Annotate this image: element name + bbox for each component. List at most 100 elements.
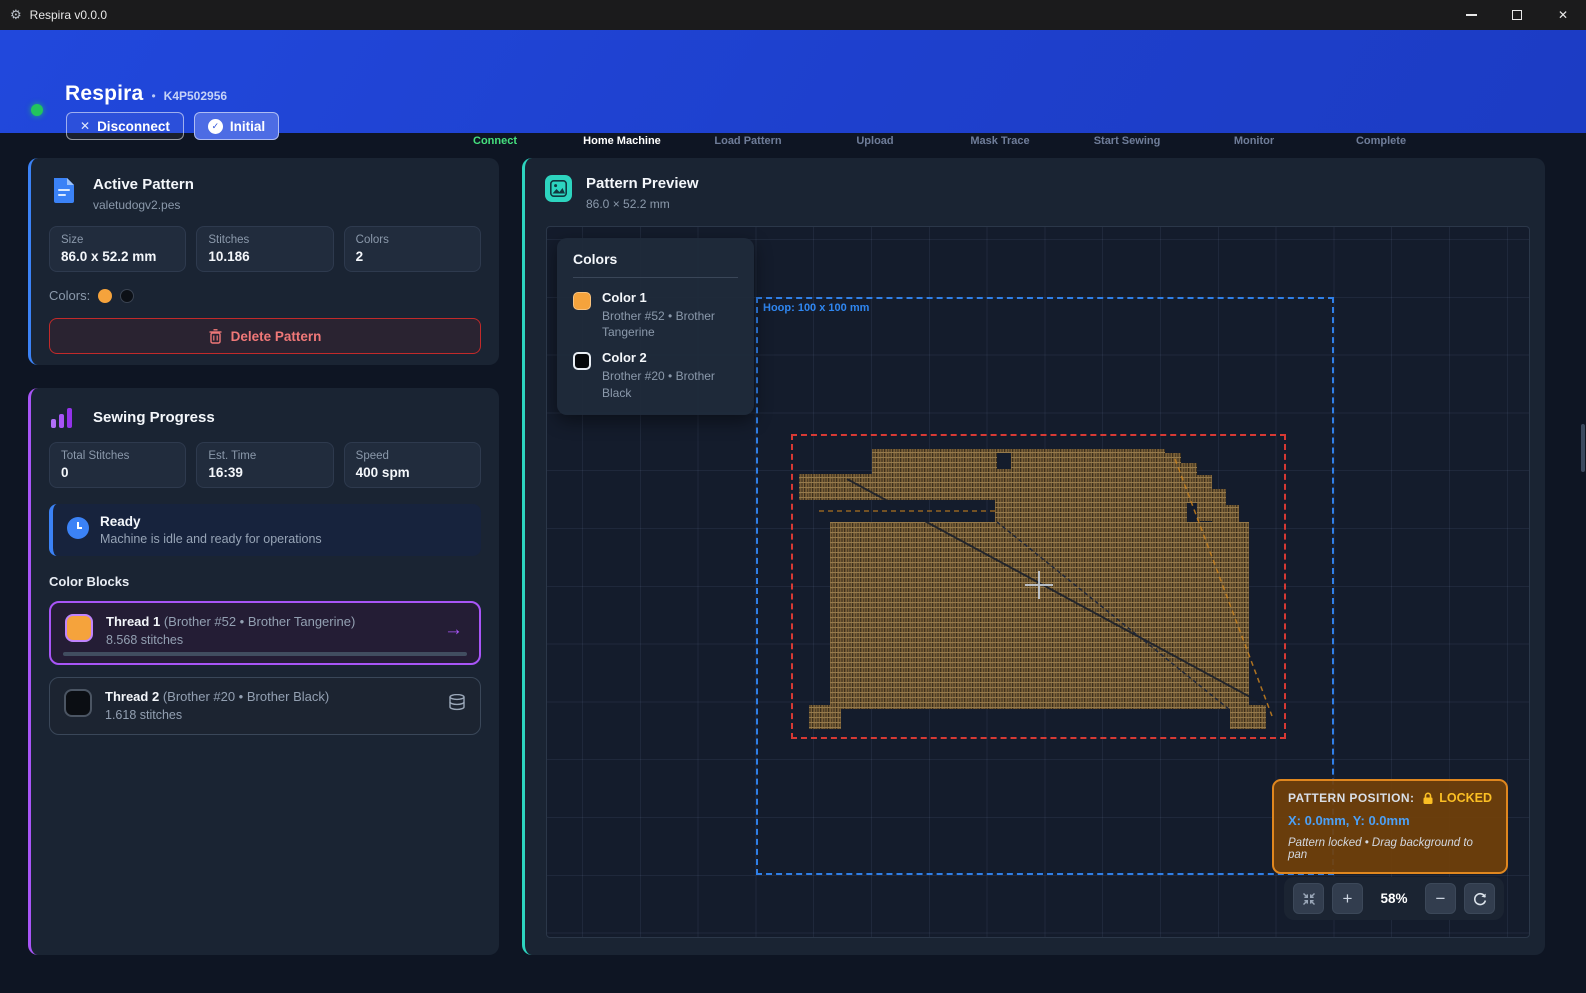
disconnect-label: Disconnect xyxy=(97,119,170,134)
arrow-right-icon: → xyxy=(444,619,463,641)
step-home-machine-label: Home Machine xyxy=(562,135,682,147)
active-pattern-title: Active Pattern xyxy=(93,176,194,193)
bar-chart-icon xyxy=(51,406,79,428)
app-name: Respira xyxy=(65,82,143,106)
preview-canvas[interactable]: Hoop: 100 x 100 mm xyxy=(546,226,1530,938)
legend-color-1-name: Color 1 xyxy=(602,290,732,305)
color-blocks-heading: Color Blocks xyxy=(31,556,499,589)
fit-view-button[interactable] xyxy=(1293,883,1324,914)
compress-icon xyxy=(1301,891,1317,907)
thread-1-name: Thread 1 (Brother #52 • Brother Tangerin… xyxy=(106,614,355,629)
colors-legend: Colors Color 1 Brother #52 • Brother Tan… xyxy=(557,238,754,415)
thread-1-title: Thread 1 xyxy=(106,614,160,629)
app-icon: ⚙ xyxy=(10,7,22,23)
status-subtitle: Machine is idle and ready for operations xyxy=(100,532,322,546)
sewing-progress-card: Sewing Progress Total Stitches 0 Est. Ti… xyxy=(28,388,499,955)
stat-est-time-value: 16:39 xyxy=(208,465,321,480)
legend-color-2-name: Color 2 xyxy=(602,350,732,365)
stat-stitches-label: Stitches xyxy=(208,234,321,246)
reset-view-button[interactable] xyxy=(1464,883,1495,914)
zoom-toolbar: + 58% − xyxy=(1284,877,1504,920)
zoom-level: 58% xyxy=(1371,891,1417,906)
connection-status-dot xyxy=(31,104,43,116)
locked-badge: LOCKED xyxy=(1439,791,1492,805)
window-scrollbar[interactable] xyxy=(1581,424,1585,472)
thread-2-stitches: 1.618 stitches xyxy=(105,708,329,722)
stat-est-time-label: Est. Time xyxy=(208,450,321,462)
initial-label: Initial xyxy=(230,119,265,134)
stat-stitches-value: 10.186 xyxy=(208,249,321,264)
lock-icon xyxy=(1422,792,1434,805)
step-mask-trace-label: Mask Trace xyxy=(940,135,1060,147)
pattern-preview-panel: Pattern Preview 86.0 × 52.2 mm Hoop: 100… xyxy=(522,158,1545,955)
stat-total-stitches: Total Stitches 0 xyxy=(49,442,186,488)
stat-speed-value: 400 spm xyxy=(356,465,469,480)
legend-swatch-black xyxy=(573,352,591,370)
pattern-position-hint: Pattern locked • Drag background to pan xyxy=(1288,837,1492,861)
initial-button[interactable]: ✓ Initial xyxy=(194,112,279,140)
pattern-position-overlay: PATTERN POSITION: LOCKED X: 0.0mm, Y: 0.… xyxy=(1272,779,1508,874)
stat-stitches: Stitches 10.186 xyxy=(196,226,333,272)
thread-1-stitches: 8.568 stitches xyxy=(106,633,355,647)
thread-1-row[interactable]: Thread 1 (Brother #52 • Brother Tangerin… xyxy=(49,601,481,665)
stat-total-stitches-value: 0 xyxy=(61,465,174,480)
clock-icon xyxy=(67,517,89,539)
delete-pattern-button[interactable]: Delete Pattern xyxy=(49,318,481,354)
stat-size-value: 86.0 x 52.2 mm xyxy=(61,249,174,264)
database-icon xyxy=(448,694,466,716)
serial-separator: • xyxy=(151,89,155,103)
disconnect-button[interactable]: ✕ Disconnect xyxy=(66,112,184,140)
thread-2-title: Thread 2 xyxy=(105,689,159,704)
thread-2-row[interactable]: Thread 2 (Brother #20 • Brother Black) 1… xyxy=(49,677,481,735)
delete-pattern-label: Delete Pattern xyxy=(231,329,322,344)
sewing-progress-title: Sewing Progress xyxy=(93,409,215,426)
legend-color-2: Color 2 Brother #20 • Brother Black xyxy=(573,350,738,400)
stat-colors-value: 2 xyxy=(356,249,469,264)
window-titlebar: ⚙ Respira v0.0.0 ✕ xyxy=(0,0,1586,30)
status-title: Ready xyxy=(100,514,322,529)
legend-color-1: Color 1 Brother #52 • Brother Tangerine xyxy=(573,290,738,340)
thread-1-detail: (Brother #52 • Brother Tangerine) xyxy=(164,614,355,629)
step-upload-label: Upload xyxy=(815,135,935,147)
maximize-button[interactable] xyxy=(1494,0,1540,30)
step-load-pattern-label: Load Pattern xyxy=(688,135,808,147)
machine-serial: K4P502956 xyxy=(164,89,227,103)
stat-size-label: Size xyxy=(61,234,174,246)
color-dot-black xyxy=(120,289,134,303)
color-dot-orange xyxy=(98,289,112,303)
stat-speed-label: Speed xyxy=(356,450,469,462)
zoom-out-button[interactable]: − xyxy=(1425,883,1456,914)
app-header: Respira • K4P502956 ✕ Disconnect ✓ Initi… xyxy=(0,30,1586,133)
step-monitor-label: Monitor xyxy=(1194,135,1314,147)
window-title: Respira v0.0.0 xyxy=(30,8,107,22)
image-icon xyxy=(545,175,572,202)
hoop-label: Hoop: 100 x 100 mm xyxy=(763,302,869,314)
close-icon: ✕ xyxy=(80,119,90,133)
pattern-filename: valetudogv2.pes xyxy=(93,198,194,212)
step-start-sewing-label: Start Sewing xyxy=(1067,135,1187,147)
legend-swatch-orange xyxy=(573,292,591,310)
close-button[interactable]: ✕ xyxy=(1540,0,1586,30)
colors-label: Colors: xyxy=(49,288,90,303)
minimize-button[interactable] xyxy=(1448,0,1494,30)
zoom-in-button[interactable]: + xyxy=(1332,883,1363,914)
active-pattern-card: Active Pattern valetudogv2.pes Size 86.0… xyxy=(28,158,499,365)
pattern-dimensions: 86.0 × 52.2 mm xyxy=(586,197,699,211)
check-circle-icon: ✓ xyxy=(208,119,223,134)
thread-2-swatch xyxy=(64,689,92,717)
thread-2-name: Thread 2 (Brother #20 • Brother Black) xyxy=(105,689,329,704)
pattern-preview-title: Pattern Preview xyxy=(586,175,699,192)
legend-title: Colors xyxy=(573,251,738,267)
step-connect-label: Connect xyxy=(435,135,555,147)
pattern-position-label: PATTERN POSITION: xyxy=(1288,791,1414,805)
pattern-coordinates: X: 0.0mm, Y: 0.0mm xyxy=(1288,813,1492,828)
stat-total-stitches-label: Total Stitches xyxy=(61,450,174,462)
stat-colors-label: Colors xyxy=(356,234,469,246)
legend-color-2-detail: Brother #20 • Brother Black xyxy=(602,368,732,400)
stat-colors: Colors 2 xyxy=(344,226,481,272)
refresh-icon xyxy=(1472,891,1488,907)
stat-speed: Speed 400 spm xyxy=(344,442,481,488)
step-complete-label: Complete xyxy=(1321,135,1441,147)
thread-1-swatch xyxy=(65,614,93,642)
thread-2-detail: (Brother #20 • Brother Black) xyxy=(163,689,329,704)
